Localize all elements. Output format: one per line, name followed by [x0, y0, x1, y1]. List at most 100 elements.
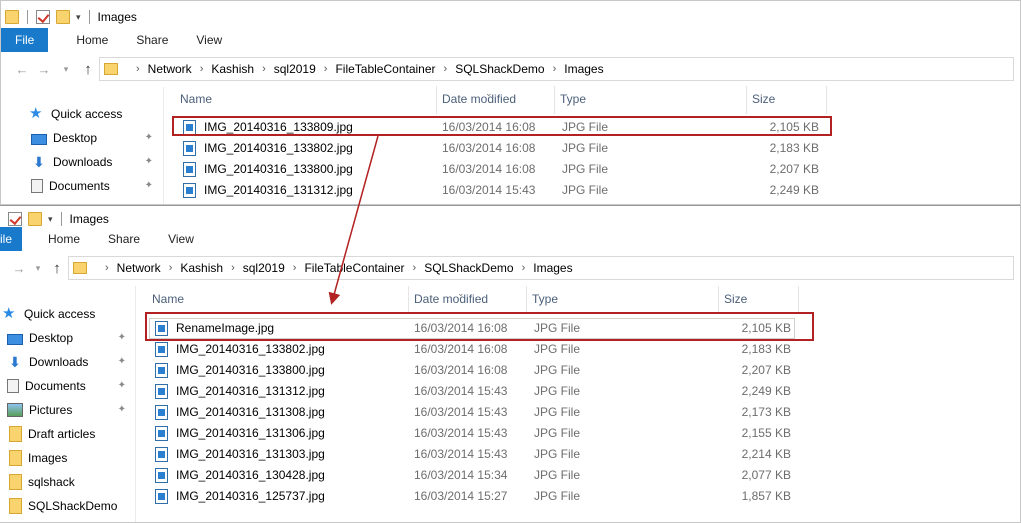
file-name-cell[interactable]: IMG_20140316_133802.jpg: [183, 138, 353, 159]
column-header-date-modified[interactable]: ⌄ Date modified: [409, 286, 527, 314]
pin-icon[interactable]: ✦: [145, 180, 153, 191]
address-bar[interactable]: › Network › Kashish › sql2019 › FileTabl…: [68, 256, 1014, 280]
new-folder-icon[interactable]: [28, 212, 42, 226]
breadcrumb-network[interactable]: Network: [117, 261, 161, 275]
customize-toolbar-icon[interactable]: ▾: [76, 12, 81, 23]
tab-home[interactable]: Home: [22, 227, 94, 251]
column-header-type[interactable]: Type: [527, 286, 719, 314]
file-name-cell[interactable]: IMG_20140316_133802.jpg: [155, 339, 325, 360]
file-name-cell[interactable]: IMG_20140316_131312.jpg: [155, 381, 325, 402]
table-row[interactable]: RenameImage.jpg 16/03/2014 16:08 JPG File 2…: [147, 318, 807, 339]
forward-arrow-icon[interactable]: →: [33, 62, 55, 77]
file-name-cell[interactable]: IMG_20140316_125737.jpg: [155, 486, 325, 507]
table-row[interactable]: IMG_20140316_133800.jpg 16/03/2014 16:08 J…: [147, 360, 807, 381]
table-row[interactable]: IMG_20140316_133802.jpg 16/03/2014 16:08 J…: [175, 138, 835, 159]
chevron-right-icon[interactable]: ›: [444, 63, 448, 75]
tab-file[interactable]: ile: [0, 227, 23, 251]
table-row[interactable]: IMG_20140316_133809.jpg 16/03/2014 16:08 J…: [175, 117, 835, 138]
file-name-cell[interactable]: IMG_20140316_131303.jpg: [155, 444, 325, 465]
breadcrumb-sql2019[interactable]: sql2019: [243, 261, 285, 275]
back-arrow-icon[interactable]: ←: [11, 62, 33, 77]
breadcrumb-images[interactable]: Images: [564, 62, 603, 76]
pin-icon[interactable]: ✦: [118, 332, 126, 343]
nav-sqlshack[interactable]: sqlshack: [0, 470, 134, 494]
column-header-type[interactable]: Type: [555, 86, 747, 114]
breadcrumb-sqlshackdemo[interactable]: SQLShackDemo: [455, 62, 544, 76]
pin-icon[interactable]: ✦: [118, 356, 126, 367]
nav-images[interactable]: Images: [0, 446, 134, 470]
table-row[interactable]: IMG_20140316_133802.jpg 16/03/2014 16:08 J…: [147, 339, 807, 360]
breadcrumb-images[interactable]: Images: [533, 261, 572, 275]
chevron-right-icon[interactable]: ›: [105, 262, 109, 274]
nav-downloads[interactable]: ⬇ Downloads ✦: [0, 350, 134, 374]
pin-icon[interactable]: ✦: [118, 404, 126, 415]
nav-desktop[interactable]: Desktop ✦: [1, 126, 161, 150]
breadcrumb-kashish[interactable]: Kashish: [180, 261, 223, 275]
breadcrumb-kashish[interactable]: Kashish: [211, 62, 254, 76]
nav-pictures[interactable]: Pictures ✦: [0, 398, 134, 422]
recent-locations-icon[interactable]: ▾: [30, 263, 46, 274]
table-row[interactable]: IMG_20140316_130428.jpg 16/03/2014 15:34 J…: [147, 465, 807, 486]
pin-icon[interactable]: ✦: [118, 380, 126, 391]
chevron-right-icon[interactable]: ›: [231, 262, 235, 274]
new-folder-icon[interactable]: [56, 10, 70, 24]
chevron-right-icon[interactable]: ›: [522, 262, 526, 274]
file-name-cell[interactable]: IMG_20140316_133800.jpg: [183, 159, 353, 180]
tab-view[interactable]: View: [182, 28, 236, 52]
forward-arrow-icon[interactable]: →: [8, 261, 30, 276]
column-header-name[interactable]: Name: [175, 86, 437, 114]
nav-quick-access[interactable]: ★ Quick access: [1, 102, 161, 126]
nav-documents[interactable]: Documents ✦: [0, 374, 134, 398]
address-bar[interactable]: › Network › Kashish › sql2019 › FileTabl…: [99, 57, 1014, 81]
nav-draft-articles[interactable]: Draft articles: [0, 422, 134, 446]
nav-documents[interactable]: Documents ✦: [1, 174, 161, 198]
table-row[interactable]: IMG_20140316_133800.jpg 16/03/2014 16:08 J…: [175, 159, 835, 180]
properties-icon[interactable]: [8, 212, 22, 226]
table-row[interactable]: IMG_20140316_125737.jpg 16/03/2014 15:27 J…: [147, 486, 807, 507]
customize-toolbar-icon[interactable]: ▾: [48, 214, 53, 225]
tab-home[interactable]: Home: [48, 28, 122, 52]
up-arrow-icon[interactable]: ↑: [77, 61, 99, 78]
table-row[interactable]: IMG_20140316_131306.jpg 16/03/2014 15:43 J…: [147, 423, 807, 444]
breadcrumb-filetablecontainer[interactable]: FileTableContainer: [304, 261, 404, 275]
tab-view[interactable]: View: [154, 227, 208, 251]
tab-share[interactable]: Share: [122, 28, 182, 52]
column-header-size[interactable]: Size: [747, 86, 827, 114]
up-arrow-icon[interactable]: ↑: [46, 260, 68, 277]
file-name-cell[interactable]: IMG_20140316_131308.jpg: [155, 402, 325, 423]
breadcrumb-filetablecontainer[interactable]: FileTableContainer: [335, 62, 435, 76]
table-row[interactable]: IMG_20140316_131308.jpg 16/03/2014 15:43 J…: [147, 402, 807, 423]
chevron-right-icon[interactable]: ›: [136, 63, 140, 75]
file-name-cell[interactable]: IMG_20140316_131306.jpg: [155, 423, 325, 444]
breadcrumb-sqlshackdemo[interactable]: SQLShackDemo: [424, 261, 513, 275]
table-row[interactable]: IMG_20140316_131312.jpg 16/03/2014 15:43 J…: [175, 180, 835, 201]
pin-icon[interactable]: ✦: [145, 132, 153, 143]
file-name-cell[interactable]: RenameImage.jpg: [155, 318, 274, 339]
breadcrumb-network[interactable]: Network: [148, 62, 192, 76]
nav-desktop[interactable]: Desktop ✦: [0, 326, 134, 350]
chevron-right-icon[interactable]: ›: [293, 262, 297, 274]
chevron-right-icon[interactable]: ›: [413, 262, 417, 274]
chevron-right-icon[interactable]: ›: [553, 63, 557, 75]
chevron-right-icon[interactable]: ›: [324, 63, 328, 75]
pin-icon[interactable]: ✦: [145, 156, 153, 167]
properties-icon[interactable]: [36, 10, 50, 24]
column-header-date-modified[interactable]: ⌄ Date modified: [437, 86, 555, 114]
recent-locations-icon[interactable]: ▾: [55, 64, 77, 75]
column-header-size[interactable]: Size: [719, 286, 799, 314]
tab-share[interactable]: Share: [94, 227, 154, 251]
column-header-name[interactable]: Name: [147, 286, 409, 314]
file-name-cell[interactable]: IMG_20140316_130428.jpg: [155, 465, 325, 486]
chevron-right-icon[interactable]: ›: [262, 63, 266, 75]
table-row[interactable]: IMG_20140316_131303.jpg 16/03/2014 15:43 J…: [147, 444, 807, 465]
nav-downloads[interactable]: ⬇ Downloads ✦: [1, 150, 161, 174]
chevron-right-icon[interactable]: ›: [169, 262, 173, 274]
table-row[interactable]: IMG_20140316_131312.jpg 16/03/2014 15:43 J…: [147, 381, 807, 402]
nav-sqlshackdemo[interactable]: SQLShackDemo: [0, 494, 134, 518]
file-name-cell[interactable]: IMG_20140316_133800.jpg: [155, 360, 325, 381]
file-name-cell[interactable]: IMG_20140316_133809.jpg: [183, 117, 353, 138]
breadcrumb-sql2019[interactable]: sql2019: [274, 62, 316, 76]
tab-file[interactable]: File: [1, 28, 49, 52]
file-name-cell[interactable]: IMG_20140316_131312.jpg: [183, 180, 353, 201]
nav-quick-access[interactable]: ★ Quick access: [0, 302, 134, 326]
